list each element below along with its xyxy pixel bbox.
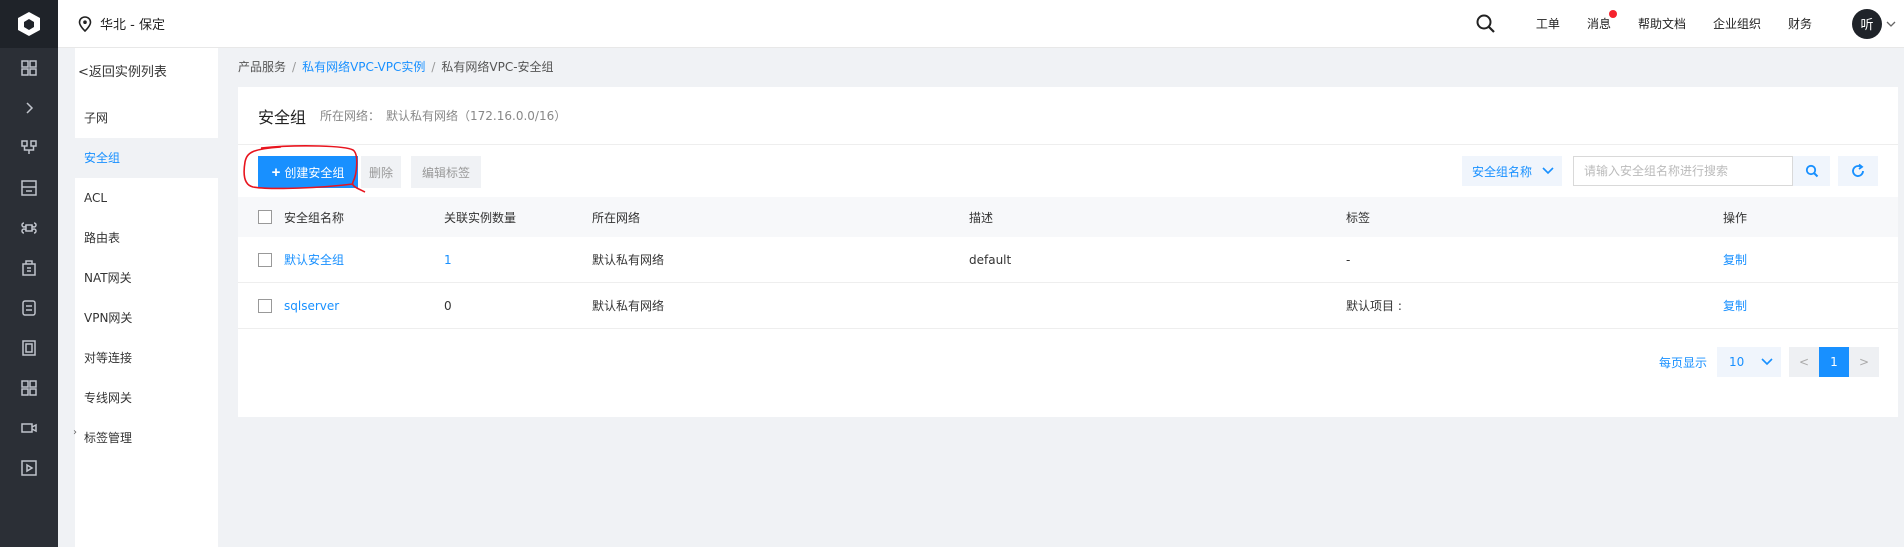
security-group-name-link[interactable]: sqlserver <box>284 299 339 313</box>
storage-icon[interactable] <box>0 168 58 208</box>
network-value: 默认私有网络（172.16.0.0/16） <box>386 109 567 123</box>
sidebar-item-route-table[interactable]: 路由表 <box>75 218 218 258</box>
network-info: 所在网络： 默认私有网络（172.16.0.0/16） <box>320 107 572 124</box>
avatar[interactable]: 听 <box>1852 8 1882 39</box>
delete-button[interactable]: 删除 <box>361 156 401 188</box>
tag-cell: - <box>1346 252 1351 267</box>
page-title: 安全组 <box>258 107 307 127</box>
chevron-down-icon[interactable] <box>1886 19 1896 29</box>
security-group-name-link[interactable]: 默认安全组 <box>284 251 344 268</box>
col-actions: 操作 <box>1723 210 1748 225</box>
copy-action-link[interactable]: 复制 <box>1710 297 1898 314</box>
network-cell: 默认私有网络 <box>592 299 665 313</box>
video-icon[interactable] <box>0 408 58 448</box>
top-bar: 华北 - 保定 工单 消息 帮助文档 企业组织 财务 听 <box>58 0 1904 48</box>
row-checkbox[interactable] <box>258 298 272 313</box>
row-checkbox[interactable] <box>258 252 272 267</box>
current-page-button[interactable]: 1 <box>1819 347 1849 377</box>
messages-label: 消息 <box>1586 17 1611 31</box>
toolbar: + 创建安全组 删除 编辑标签 安全组名称 <box>238 145 1898 193</box>
finance-link[interactable]: 财务 <box>1788 15 1812 32</box>
page-size-label: 每页显示 <box>1658 355 1707 370</box>
search-icon <box>1805 164 1818 178</box>
instance-count-cell: 0 <box>444 298 452 313</box>
create-label: 创建安全组 <box>284 165 345 180</box>
table-header: 安全组名称 关联实例数量 所在网络 描述 标签 操作 <box>238 197 1898 237</box>
ticket-link[interactable]: 工单 <box>1536 15 1560 32</box>
database-icon[interactable] <box>0 288 58 328</box>
breadcrumb-vpc-instance[interactable]: 私有网络VPC-VPC实例 <box>302 60 425 74</box>
sidebar-item-security-group[interactable]: 安全组 <box>75 138 218 178</box>
create-security-group-button[interactable]: + 创建安全组 <box>258 156 358 188</box>
edit-tags-button[interactable]: 编辑标签 <box>411 156 481 188</box>
page-size-value: 10 <box>1729 355 1745 369</box>
unread-dot <box>1608 10 1617 18</box>
sidebar-item-tag-management[interactable]: › 标签管理 <box>73 418 218 458</box>
logo-icon[interactable] <box>0 0 58 48</box>
network-cell: 默认私有网络 <box>592 253 665 267</box>
filter-field-label: 安全组名称 <box>1472 164 1533 179</box>
breadcrumb: 产品服务 / 私有网络VPC-VPC实例 / 私有网络VPC-安全组 <box>238 60 554 74</box>
play-icon[interactable] <box>0 448 58 488</box>
col-instance-count: 关联实例数量 <box>444 210 517 225</box>
region-selector[interactable]: 华北 - 保定 <box>78 14 165 33</box>
refresh-button[interactable] <box>1838 156 1878 186</box>
breadcrumb-products[interactable]: 产品服务 <box>238 60 286 74</box>
chevron-down-icon <box>1761 358 1773 366</box>
region-label: 华北 - 保定 <box>100 18 165 33</box>
apps-icon[interactable] <box>0 368 58 408</box>
search-icon[interactable] <box>1475 13 1497 35</box>
chevron-down-icon <box>1542 167 1554 175</box>
side-nav: <返回实例列表 子网 安全组 ACL 路由表 NAT网关 VPN网关 对等连接 … <box>73 48 218 547</box>
select-all-checkbox[interactable] <box>258 210 272 224</box>
sidebar-item-nat-gateway[interactable]: NAT网关 <box>75 258 218 298</box>
messages-link[interactable]: 消息 <box>1586 10 1617 32</box>
sidebar-item-vpn-gateway[interactable]: VPN网关 <box>75 298 218 338</box>
tag-management-label: 标签管理 <box>84 431 133 445</box>
expand-chevron-icon[interactable] <box>0 88 58 128</box>
instance-count-link[interactable]: 1 <box>430 253 579 267</box>
col-description: 描述 <box>969 210 994 225</box>
left-rail <box>0 0 58 547</box>
copy-action-link[interactable]: 复制 <box>1710 251 1898 268</box>
next-page-button[interactable]: > <box>1849 347 1879 377</box>
security-group-table: 安全组名称 关联实例数量 所在网络 描述 标签 操作 默认安全组 1 默认私有网… <box>238 197 1898 329</box>
sidebar-item-peering[interactable]: 对等连接 <box>75 338 218 378</box>
table-row: 默认安全组 1 默认私有网络 default - 复制 <box>238 237 1898 283</box>
dashboard-icon[interactable] <box>0 48 58 88</box>
col-network: 所在网络 <box>592 210 641 225</box>
sidebar-item-subnet[interactable]: 子网 <box>75 98 218 138</box>
search-button[interactable] <box>1793 156 1830 186</box>
help-docs-link[interactable]: 帮助文档 <box>1638 15 1686 32</box>
building-icon[interactable] <box>0 248 58 288</box>
refresh-icon <box>1852 163 1864 177</box>
server-icon[interactable] <box>0 328 58 368</box>
sidebar-item-dedicated-gateway[interactable]: 专线网关 <box>75 378 218 418</box>
prev-page-button[interactable]: < <box>1789 347 1819 377</box>
back-to-instance-list[interactable]: <返回实例列表 <box>75 48 218 98</box>
filter-field-select[interactable]: 安全组名称 <box>1462 156 1562 186</box>
command-icon[interactable] <box>0 208 58 248</box>
chevron-right-icon: › <box>73 427 77 438</box>
plus-icon: + <box>271 163 281 181</box>
network-icon[interactable] <box>0 128 58 168</box>
table-row: sqlserver 0 默认私有网络 默认项目 : 复制 <box>238 283 1898 329</box>
search-input[interactable] <box>1573 156 1793 186</box>
enterprise-org-link[interactable]: 企业组织 <box>1713 15 1761 32</box>
location-pin-icon <box>78 15 92 32</box>
tag-cell: 默认项目 : <box>1346 299 1402 313</box>
col-tags: 标签 <box>1346 210 1371 225</box>
page-size-select[interactable]: 10 <box>1717 347 1781 377</box>
col-name: 安全组名称 <box>284 210 345 225</box>
vertical-scrollbar[interactable] <box>1898 48 1904 547</box>
breadcrumb-current: 私有网络VPC-安全组 <box>441 60 554 74</box>
security-group-card: 安全组 所在网络： 默认私有网络（172.16.0.0/16） + 创建安全组 删除… <box>238 87 1898 417</box>
description-cell: default <box>969 252 1012 267</box>
network-label: 所在网络： <box>320 109 381 123</box>
sidebar-item-acl[interactable]: ACL <box>75 178 218 218</box>
pagination: 每页显示 10 < 1 > <box>1659 347 1879 377</box>
